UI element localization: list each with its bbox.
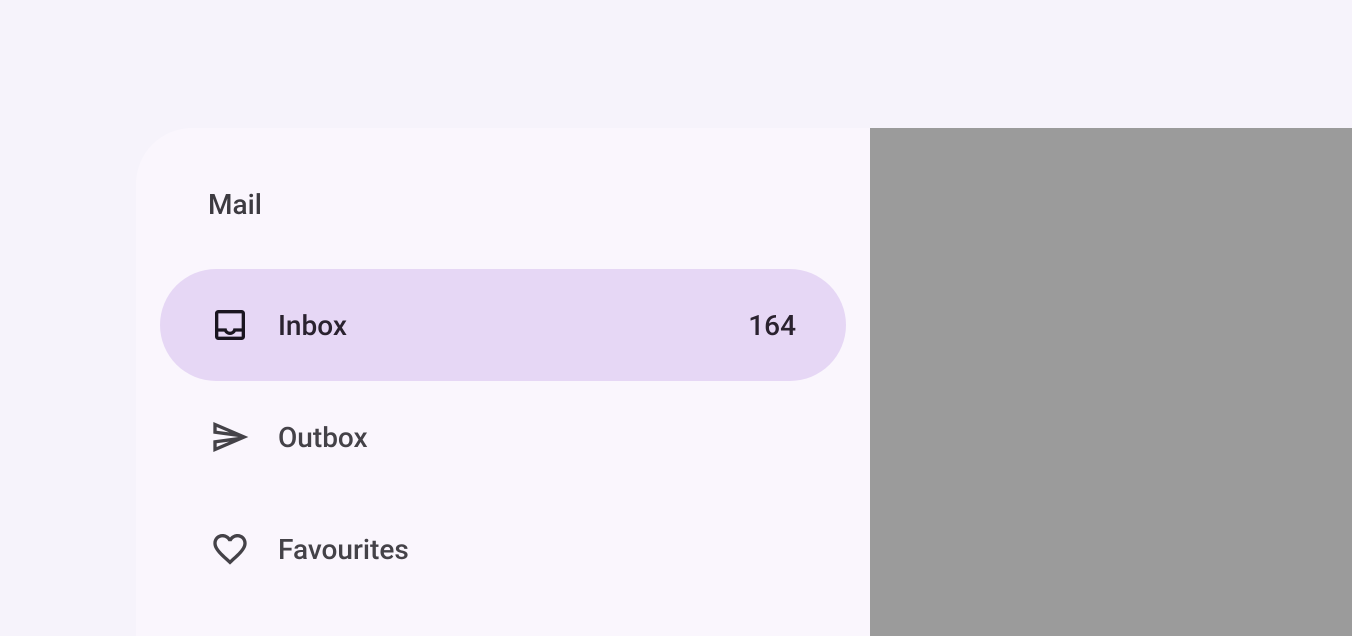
section-title: Mail xyxy=(160,188,846,221)
nav-item-favourites[interactable]: Favourites xyxy=(160,493,846,605)
nav-label: Outbox xyxy=(278,421,796,454)
nav-badge: 164 xyxy=(748,309,796,342)
nav-item-outbox[interactable]: Outbox xyxy=(160,381,846,493)
content-area xyxy=(870,128,1352,636)
app-container: Mail Inbox 164 Outbox xyxy=(136,128,1352,636)
send-icon xyxy=(210,417,250,457)
nav-label: Favourites xyxy=(278,533,796,566)
nav-label: Inbox xyxy=(278,309,748,342)
inbox-icon xyxy=(210,305,250,345)
navigation-drawer: Mail Inbox 164 Outbox xyxy=(136,128,870,636)
heart-icon xyxy=(210,529,250,569)
nav-item-inbox[interactable]: Inbox 164 xyxy=(160,269,846,381)
